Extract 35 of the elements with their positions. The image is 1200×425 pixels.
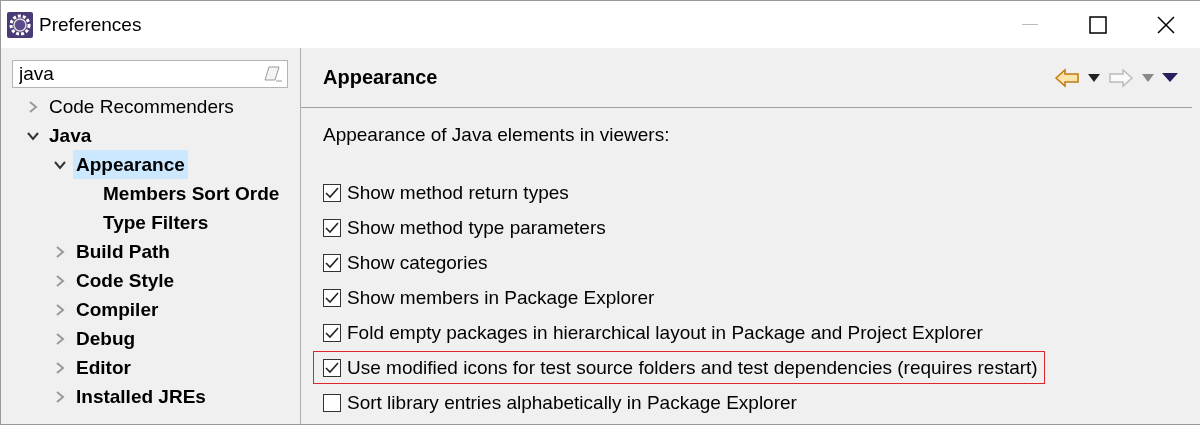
view-menu-icon[interactable] (1162, 73, 1178, 82)
tree-item[interactable]: Installed JREs (73, 382, 209, 411)
tree-item[interactable]: Code Style (73, 266, 178, 295)
close-icon[interactable] (1157, 15, 1175, 34)
checkbox[interactable] (323, 323, 341, 342)
checkbox[interactable] (323, 218, 341, 237)
tree-item[interactable]: Editor (73, 353, 134, 382)
checkbox-label[interactable]: Sort library entries alphabetically in Package Explorer (347, 391, 797, 414)
description-text: Appearance of Java elements in viewers: (323, 123, 671, 147)
checkbox[interactable] (323, 358, 341, 377)
checkbox[interactable] (323, 393, 341, 412)
checkbox[interactable] (323, 183, 341, 202)
tree-item[interactable]: Build Path (73, 237, 173, 266)
app-icon (7, 11, 33, 38)
checkbox-label[interactable]: Use modified icons for test source folders and test dependencies (requires restart) (347, 356, 1038, 379)
tree-item[interactable]: Debug (73, 324, 139, 353)
checkbox[interactable] (323, 288, 341, 307)
window-title: Preferences (39, 13, 143, 36)
checkbox-label[interactable]: Show method type parameters (347, 216, 606, 239)
filter-field[interactable]: java (12, 60, 288, 88)
dropdown-caret-icon[interactable] (1088, 73, 1100, 82)
checkbox-label[interactable]: Show method return types (347, 181, 569, 204)
tree-item[interactable]: Type Filters (100, 208, 212, 237)
checkbox-label[interactable]: Fold empty packages in hierarchical layout in Package and Project Explorer (347, 321, 983, 344)
tree-item[interactable]: Members Sort Orde (100, 179, 283, 208)
checkbox-label[interactable]: Show members in Package Explorer (347, 286, 655, 309)
tree-item[interactable]: Appearance (73, 150, 188, 179)
maximize-icon[interactable] (1089, 15, 1107, 34)
checkbox[interactable] (323, 253, 341, 272)
back-arrow-icon[interactable] (1054, 67, 1080, 88)
page-title: Appearance (323, 66, 439, 89)
tree-item[interactable]: Code Recommenders (46, 92, 237, 121)
tree-item[interactable]: Java (46, 121, 95, 150)
checkbox-label[interactable]: Show categories (347, 251, 488, 274)
tree-item[interactable]: Compiler (73, 295, 162, 324)
